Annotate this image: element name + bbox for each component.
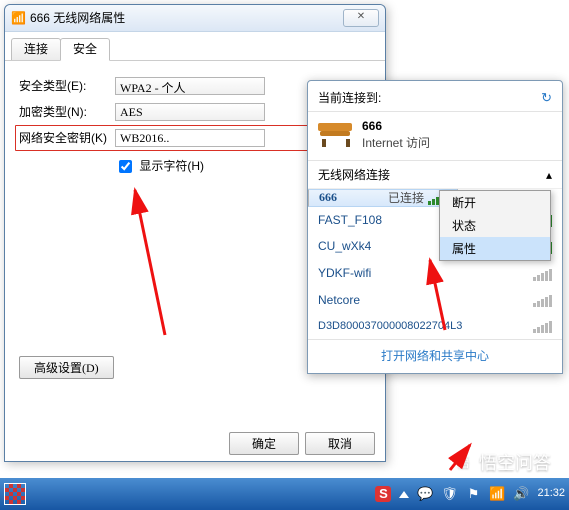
wifi-item[interactable]: YDKF-wifi — [308, 260, 562, 287]
current-status: Internet 访问 — [362, 135, 430, 152]
ctx-status[interactable]: 状态 — [440, 214, 550, 237]
app-icon: 📶 — [11, 10, 26, 27]
ime-icon[interactable]: S — [375, 486, 391, 502]
tab-connect[interactable]: 连接 — [11, 38, 61, 60]
wifi-list: 666 已连接 断开 状态 属性 FAST_F108 CU_wXk4 YDKF-… — [308, 189, 562, 340]
current-ssid: 666 — [362, 118, 430, 135]
chevron-up-icon: ▴ — [546, 167, 552, 184]
close-button[interactable]: ✕ — [343, 9, 379, 27]
clock[interactable]: 21:32 — [537, 486, 565, 501]
flyout-footer: 打开网络和共享中心 — [308, 339, 562, 373]
security-key-label: 网络安全密钥(K) — [19, 130, 115, 147]
tab-strip: 连接 安全 — [5, 32, 385, 61]
show-characters-checkbox[interactable] — [119, 160, 132, 173]
taskbar-app-icon[interactable] — [4, 483, 26, 505]
titlebar[interactable]: 📶 666 无线网络属性 ✕ — [5, 5, 385, 32]
signal-icon — [533, 267, 552, 281]
context-menu: 断开 状态 属性 — [439, 190, 551, 261]
wifi-item[interactable]: Netcore — [308, 287, 562, 314]
advanced-settings-button[interactable]: 高级设置(D) — [19, 356, 114, 379]
security-type-select[interactable]: WPA2 - 个人 — [115, 77, 265, 95]
wifi-item[interactable]: D3D800037000008022704L3 — [308, 314, 562, 339]
flyout-header-label: 当前连接到: — [318, 90, 381, 107]
watermark: 悟 悟空问答 — [451, 451, 551, 476]
current-connection: 666 Internet 访问 — [308, 112, 562, 161]
network-flyout: 当前连接到: ↻ 666 Internet 访问 无线网络连接 ▴ 666 已连… — [307, 80, 563, 374]
dialog-footer: 确定 取消 — [229, 432, 375, 455]
flyout-header: 当前连接到: ↻ — [308, 81, 562, 112]
flag-icon[interactable]: ⚑ — [465, 486, 481, 502]
signal-icon — [533, 293, 552, 307]
network-icon — [318, 123, 354, 147]
wifi-item-666[interactable]: 666 已连接 断开 状态 属性 — [308, 189, 458, 207]
ctx-properties[interactable]: 属性 — [440, 237, 550, 260]
cancel-button[interactable]: 取消 — [305, 432, 375, 455]
refresh-icon[interactable]: ↻ — [541, 89, 552, 107]
taskbar[interactable]: S 💬 🛡 ⚑ 📶 🔊 21:32 — [0, 478, 569, 510]
encryption-type-label: 加密类型(N): — [19, 104, 115, 121]
security-icon[interactable]: 🛡 — [441, 486, 457, 502]
security-key-input[interactable] — [115, 129, 265, 147]
wechat-icon[interactable]: 💬 — [417, 486, 433, 502]
window-title: 666 无线网络属性 — [30, 10, 343, 27]
system-tray: S 💬 🛡 ⚑ 📶 🔊 21:32 — [375, 486, 565, 502]
tab-security[interactable]: 安全 — [60, 38, 110, 61]
tray-overflow-icon[interactable] — [399, 491, 409, 498]
ctx-disconnect[interactable]: 断开 — [440, 191, 550, 214]
open-network-center-link[interactable]: 打开网络和共享中心 — [381, 349, 489, 363]
volume-icon[interactable]: 🔊 — [513, 486, 529, 502]
security-type-label: 安全类型(E): — [19, 78, 115, 95]
section-wireless[interactable]: 无线网络连接 ▴ — [308, 161, 562, 189]
ok-button[interactable]: 确定 — [229, 432, 299, 455]
signal-icon — [533, 319, 552, 333]
encryption-type-select[interactable]: AES — [115, 103, 265, 121]
show-characters-label[interactable]: 显示字符(H) — [115, 159, 204, 173]
watermark-logon: 悟 — [451, 451, 475, 475]
network-tray-icon[interactable]: 📶 — [489, 486, 505, 502]
